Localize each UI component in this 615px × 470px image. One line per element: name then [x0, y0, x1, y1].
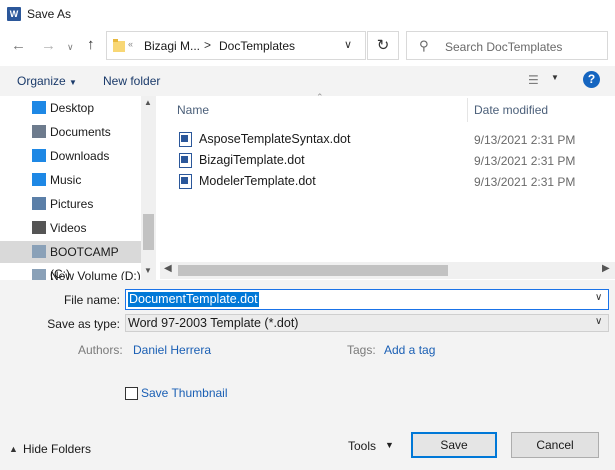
organize-dropdown-icon: ▼: [69, 78, 77, 87]
authors-label: Authors:: [78, 343, 123, 357]
address-bar[interactable]: « Bizagi M... > DocTemplates ∨: [106, 31, 366, 60]
up-arrow-icon[interactable]: ↑: [87, 36, 95, 54]
sidebar-item-label: Documents: [50, 125, 111, 139]
file-date-modified: 9/13/2021 2:31 PM: [474, 175, 576, 189]
sidebar-item-label: New Volume (D:): [50, 269, 141, 280]
save-button[interactable]: Save: [411, 432, 497, 458]
save-type-select[interactable]: Word 97-2003 Template (*.dot) ∨: [125, 314, 609, 332]
scroll-down-icon[interactable]: ▼: [144, 266, 152, 275]
view-dropdown-icon[interactable]: ▼: [551, 73, 559, 82]
file-name-label: File name:: [63, 293, 120, 307]
refresh-icon: ↻: [376, 37, 390, 54]
file-name-value: DocumentTemplate.dot: [128, 292, 259, 307]
sidebar-item-label: Desktop: [50, 101, 95, 115]
sidebar-item[interactable]: BOOTCAMP (C:): [0, 241, 141, 280]
search-input[interactable]: ⚲ Search DocTemplates: [406, 31, 608, 60]
pictures-icon: [32, 197, 46, 210]
sidebar-item-label: Downloads: [50, 149, 110, 163]
sidebar-item[interactable]: Videos: [0, 217, 141, 239]
drive-icon: [32, 245, 46, 258]
new-folder-button[interactable]: New folder: [103, 74, 160, 88]
nav-scroll-thumb[interactable]: [143, 214, 154, 250]
file-name: ModelerTemplate.dot: [199, 174, 316, 188]
sidebar-item[interactable]: Documents: [0, 121, 141, 143]
downloads-icon: [32, 149, 46, 162]
sidebar-item[interactable]: Downloads: [0, 145, 141, 167]
tags-label: Tags:: [347, 343, 376, 357]
window-title: Save As: [27, 7, 72, 21]
back-arrow-icon[interactable]: ←: [11, 37, 26, 55]
nav-scrollbar[interactable]: ▲ ▼: [141, 96, 156, 280]
search-placeholder: Search DocTemplates: [445, 40, 563, 54]
sidebar-item[interactable]: Pictures: [0, 193, 141, 215]
file-row[interactable]: ModelerTemplate.dot 9/13/2021 2:31 PM: [177, 171, 597, 192]
recent-locations-chevron-icon[interactable]: ∨: [67, 38, 74, 56]
column-header-name[interactable]: Name: [177, 103, 209, 117]
file-row[interactable]: BizagiTemplate.dot 9/13/2021 2:31 PM: [177, 150, 597, 171]
drive-icon: [32, 269, 46, 280]
file-name-dropdown-icon[interactable]: ∨: [595, 292, 602, 303]
word-template-file-icon: [179, 153, 192, 168]
title-bar: W Save As: [0, 0, 615, 28]
authors-field[interactable]: Daniel Herrera: [133, 343, 211, 357]
address-overflow-icon[interactable]: «: [128, 39, 133, 49]
folder-icon: [113, 39, 125, 52]
sidebar-item[interactable]: New Volume (D:): [0, 265, 141, 280]
sort-ascending-icon: ⌃: [316, 92, 324, 102]
breadcrumb-separator-icon[interactable]: >: [204, 38, 211, 52]
tools-menu[interactable]: Tools: [348, 439, 376, 453]
scroll-right-icon[interactable]: ▶: [602, 263, 610, 274]
scroll-up-icon[interactable]: ▲: [144, 98, 152, 107]
file-row[interactable]: AsposeTemplateSyntax.dot 9/13/2021 2:31 P…: [177, 129, 597, 150]
file-date-modified: 9/13/2021 2:31 PM: [474, 154, 576, 168]
save-thumbnail-label[interactable]: Save Thumbnail: [141, 386, 228, 400]
save-type-dropdown-icon[interactable]: ∨: [595, 316, 602, 327]
column-divider[interactable]: [467, 98, 468, 122]
horizontal-scroll-thumb[interactable]: [178, 265, 448, 276]
file-date-modified: 9/13/2021 2:31 PM: [474, 133, 576, 147]
chevron-up-icon[interactable]: ▲: [9, 444, 18, 454]
save-type-label: Save as type:: [47, 317, 120, 331]
sidebar-item[interactable]: Desktop: [0, 97, 141, 119]
save-options-panel: File name: DocumentTemplate.dot ∨ Save a…: [0, 280, 615, 470]
tags-field[interactable]: Add a tag: [384, 343, 435, 357]
sidebar-item-label: Music: [50, 173, 82, 187]
address-dropdown-icon[interactable]: ∨: [344, 38, 352, 51]
breadcrumb-parent[interactable]: Bizagi M...: [144, 39, 200, 53]
hide-folders-button[interactable]: Hide Folders: [23, 442, 91, 456]
column-header-date[interactable]: Date modified: [474, 103, 548, 117]
breadcrumb-current[interactable]: DocTemplates: [219, 39, 295, 53]
cancel-button[interactable]: Cancel: [511, 432, 599, 458]
file-name: BizagiTemplate.dot: [199, 153, 305, 167]
documents-icon: [32, 125, 46, 138]
scroll-left-icon[interactable]: ◀: [164, 263, 172, 274]
music-icon: [32, 173, 46, 186]
command-bar: Organize ▼ New folder ☰ ▼ ?: [0, 66, 615, 96]
horizontal-scrollbar[interactable]: ◀ ▶: [160, 262, 615, 279]
tools-dropdown-icon[interactable]: ▼: [385, 440, 394, 450]
forward-arrow-icon[interactable]: →: [41, 37, 56, 55]
file-name: AsposeTemplateSyntax.dot: [199, 132, 351, 146]
organize-menu[interactable]: Organize ▼: [17, 74, 77, 88]
desktop-icon: [32, 101, 46, 114]
word-template-file-icon: [179, 132, 192, 147]
word-template-file-icon: [179, 174, 192, 189]
word-app-icon: W: [7, 7, 21, 21]
search-icon: ⚲: [419, 38, 429, 53]
save-type-value: Word 97-2003 Template (*.dot): [128, 316, 299, 330]
sidebar-item-label: Videos: [50, 221, 87, 235]
navigation-pane: Desktop Documents Downloads Music Pictures Vi…: [0, 96, 156, 280]
sidebar-item[interactable]: Music: [0, 169, 141, 191]
help-icon[interactable]: ?: [583, 71, 600, 88]
sidebar-item-label: Pictures: [50, 197, 94, 211]
view-options-icon[interactable]: ☰: [528, 73, 539, 87]
videos-icon: [32, 221, 46, 234]
refresh-button[interactable]: ↻: [367, 31, 399, 60]
save-thumbnail-checkbox[interactable]: [125, 387, 138, 400]
file-name-input[interactable]: DocumentTemplate.dot ∨: [125, 289, 609, 310]
